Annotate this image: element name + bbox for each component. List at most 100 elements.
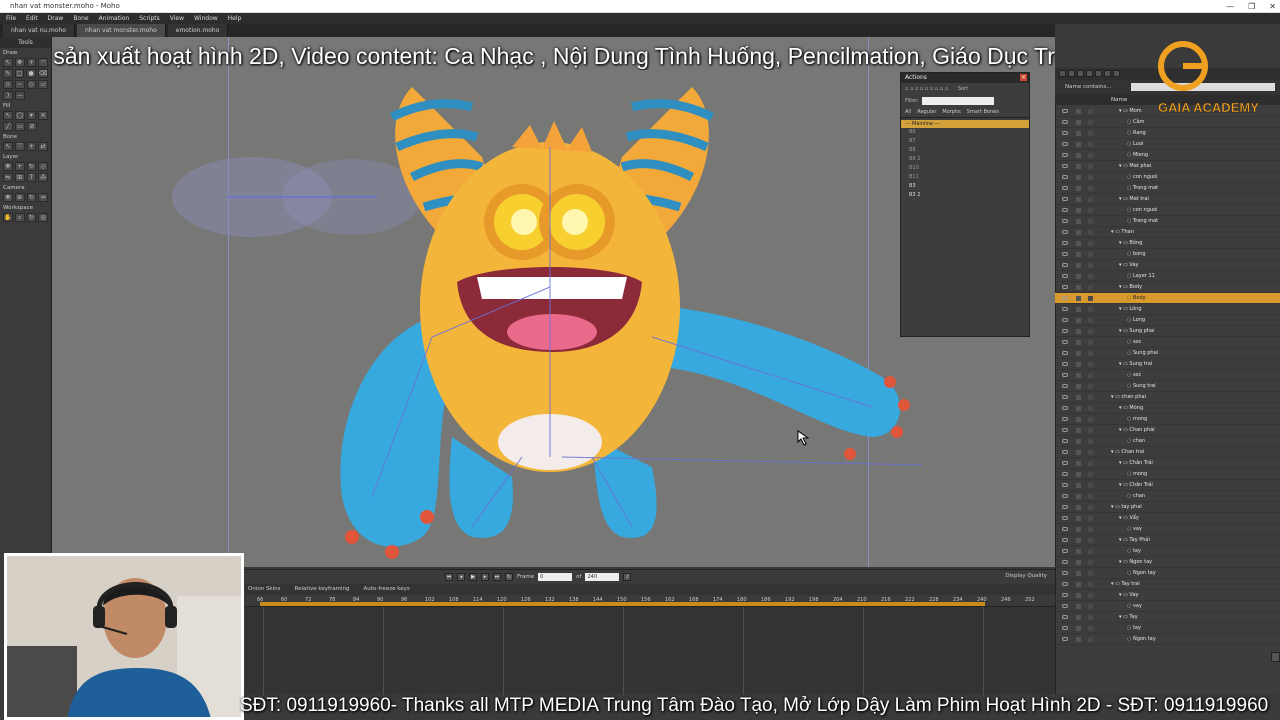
layer-color-toggle[interactable] xyxy=(1088,483,1093,488)
layer-color-toggle[interactable] xyxy=(1088,560,1093,565)
set-origin-tool-icon[interactable]: + xyxy=(14,162,25,171)
action-item[interactable]: B11 xyxy=(901,173,1029,182)
lock-toggle[interactable] xyxy=(1076,274,1081,279)
layer-row[interactable]: ◌ con nguoi xyxy=(1055,205,1280,216)
curvature-tool-icon[interactable]: ◠ xyxy=(38,58,48,67)
layer-color-toggle[interactable] xyxy=(1088,329,1093,334)
layer-color-toggle[interactable] xyxy=(1088,505,1093,510)
eye-icon[interactable] xyxy=(1062,340,1068,344)
tab-regular[interactable]: Regular xyxy=(917,109,936,115)
eye-icon[interactable] xyxy=(1062,131,1068,135)
eye-icon[interactable] xyxy=(1062,362,1068,366)
layer-row[interactable]: ◌ Ngon tay xyxy=(1055,634,1280,645)
layer-color-toggle[interactable] xyxy=(1088,164,1093,169)
audio-icon[interactable]: ♪ xyxy=(623,572,632,581)
close-icon[interactable]: × xyxy=(1020,74,1027,81)
lock-toggle[interactable] xyxy=(1076,527,1081,532)
delete-shape-tool-icon[interactable]: ✕ xyxy=(38,111,48,120)
layer-color-toggle[interactable] xyxy=(1088,307,1093,312)
rotate-layer-tool-icon[interactable]: ↻ xyxy=(26,162,37,171)
lock-toggle[interactable] xyxy=(1076,164,1081,169)
layer-color-toggle[interactable] xyxy=(1088,472,1093,477)
menu-window[interactable]: Window xyxy=(194,13,218,24)
eraser-tool-icon[interactable]: ⌫ xyxy=(38,69,49,78)
eye-icon[interactable] xyxy=(1062,406,1068,410)
add-bone-tool-icon[interactable]: + xyxy=(26,142,37,151)
lock-toggle[interactable] xyxy=(1076,109,1081,114)
play-icon[interactable]: ▶ xyxy=(469,572,477,581)
transform-bone-tool-icon[interactable]: ⤧ xyxy=(14,142,25,151)
layer-color-toggle[interactable] xyxy=(1088,461,1093,466)
action-item[interactable]: B6 xyxy=(901,128,1029,137)
eye-icon[interactable] xyxy=(1062,197,1068,201)
display-quality-button[interactable]: Display Quality xyxy=(1005,573,1047,579)
layer-row[interactable]: ▾ ▭ Chan trai xyxy=(1055,447,1280,458)
lock-toggle[interactable] xyxy=(1076,538,1081,543)
lock-toggle[interactable] xyxy=(1076,428,1081,433)
layer-color-toggle[interactable] xyxy=(1088,351,1093,356)
menu-edit[interactable]: Edit xyxy=(26,13,38,24)
blob-brush-tool-icon[interactable]: ● xyxy=(26,69,37,78)
lock-toggle[interactable] xyxy=(1076,120,1081,125)
layer-color-toggle[interactable] xyxy=(1088,208,1093,213)
lock-toggle[interactable] xyxy=(1076,483,1081,488)
maximize-button[interactable]: ❐ xyxy=(1248,0,1255,13)
scroll-button[interactable] xyxy=(1271,652,1280,662)
lock-toggle[interactable] xyxy=(1076,582,1081,587)
action-item[interactable]: B3 2 xyxy=(901,191,1029,200)
onion-skins-toggle[interactable]: Onion Skins xyxy=(248,584,281,595)
action-item[interactable]: B3 xyxy=(901,182,1029,191)
minimize-button[interactable]: — xyxy=(1226,0,1234,13)
layer-row[interactable]: ◌ Mieng xyxy=(1055,150,1280,161)
reparent-bone-tool-icon[interactable]: ⇄ xyxy=(38,142,48,151)
eye-icon[interactable] xyxy=(1062,417,1068,421)
lock-toggle[interactable] xyxy=(1076,296,1081,301)
magnet-tool-icon[interactable]: ∩ xyxy=(3,80,13,89)
eye-icon[interactable] xyxy=(1062,472,1068,476)
layer-color-toggle[interactable] xyxy=(1088,571,1093,576)
menu-view[interactable]: View xyxy=(170,13,184,24)
lock-toggle[interactable] xyxy=(1076,461,1081,466)
switch-layer-tool-icon[interactable]: ⊞ xyxy=(14,173,25,182)
eye-icon[interactable] xyxy=(1062,538,1068,542)
lock-toggle[interactable] xyxy=(1076,494,1081,499)
layer-row[interactable]: ▾ ▭ chan phai xyxy=(1055,392,1280,403)
eye-icon[interactable] xyxy=(1062,109,1068,113)
layer-row[interactable]: ▾ ▭ Mat trai xyxy=(1055,194,1280,205)
orbit-workspace-tool-icon[interactable]: ◎ xyxy=(38,213,48,222)
lock-toggle[interactable] xyxy=(1076,571,1081,576)
eye-icon[interactable] xyxy=(1062,527,1068,531)
eye-icon[interactable] xyxy=(1062,241,1068,245)
lock-toggle[interactable] xyxy=(1076,560,1081,565)
menu-animation[interactable]: Animation xyxy=(99,13,130,24)
layer-color-toggle[interactable] xyxy=(1088,219,1093,224)
draw-shape-tool-icon[interactable]: □ xyxy=(14,69,25,78)
layer-color-toggle[interactable] xyxy=(1088,593,1093,598)
timeline-ruler[interactable]: 66 60 72 78 84 90 96 102 108 114 120 126 132 138 144 15… xyxy=(245,595,1055,606)
layer-row[interactable]: ◌ Sung trai xyxy=(1055,381,1280,392)
shear-tool-icon[interactable]: ◇ xyxy=(26,80,37,89)
line-width-tool-icon[interactable]: ╱ xyxy=(3,122,13,131)
layer-row[interactable]: ▾ ▭ Bông xyxy=(1055,238,1280,249)
lock-toggle[interactable] xyxy=(1076,604,1081,609)
eye-icon[interactable] xyxy=(1062,329,1068,333)
eye-icon[interactable] xyxy=(1062,494,1068,498)
eye-icon[interactable] xyxy=(1062,164,1068,168)
pan-tilt-camera-tool-icon[interactable]: ⇔ xyxy=(38,193,48,202)
layer-row[interactable]: ◌ mong xyxy=(1055,469,1280,480)
lock-toggle[interactable] xyxy=(1076,439,1081,444)
transform-layer-tool-icon[interactable]: ✥ xyxy=(3,162,13,171)
mainline-row[interactable]: --- Mainline --- xyxy=(901,120,1029,128)
eye-icon[interactable] xyxy=(1062,571,1068,575)
tab-smart-bones[interactable]: Smart Bones xyxy=(967,109,999,115)
stroke-tool-icon[interactable]: ▭ xyxy=(15,122,25,131)
eye-icon[interactable] xyxy=(1062,373,1068,377)
layer-color-toggle[interactable] xyxy=(1088,615,1093,620)
eye-icon[interactable] xyxy=(1062,186,1068,190)
layer-color-toggle[interactable] xyxy=(1088,362,1093,367)
layer-row[interactable]: ▾ ▭ Ngon tay xyxy=(1055,557,1280,568)
particle-tool-icon[interactable]: ⁂ xyxy=(38,173,48,182)
menu-bone[interactable]: Bone xyxy=(73,13,88,24)
lock-toggle[interactable] xyxy=(1076,593,1081,598)
hide-edge-tool-icon[interactable]: — xyxy=(15,91,25,100)
